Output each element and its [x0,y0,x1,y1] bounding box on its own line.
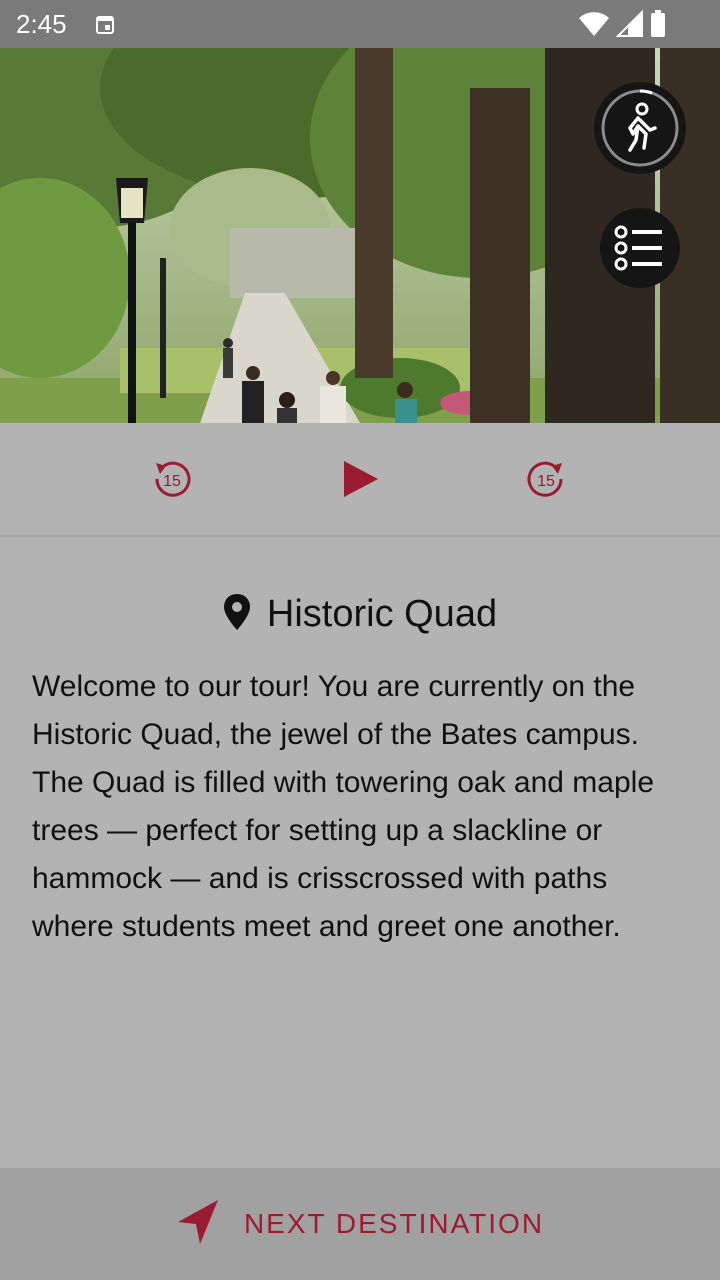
walking-person-icon [601,89,679,167]
wifi-icon [578,10,610,43]
list-icon [614,225,662,271]
next-destination-button[interactable]: NEXT DESTINATION [0,1168,720,1280]
calendar-icon [96,14,114,34]
stop-title: Historic Quad [266,592,498,635]
play-icon [344,461,378,497]
status-time: 2:45 [16,9,67,39]
stop-title-row: Historic Quad [0,589,720,639]
hero-image [0,48,720,423]
stop-description: Welcome to our tour! You are currently o… [32,670,655,943]
forward-15-button[interactable]: 15 [522,455,570,503]
forward-15-icon: 15 [527,461,563,497]
rewind-15-button[interactable]: 15 [148,455,196,503]
navigation-arrow-icon [176,1198,220,1251]
status-bar: 2:45 [0,0,720,48]
cellular-signal-icon [615,9,644,43]
rewind-seconds-label: 15 [163,473,181,490]
play-button[interactable] [336,455,384,503]
status-icons [578,9,666,43]
stop-details: Historic Quad Welcome to our tour! You a… [0,537,720,1167]
screen: 2:45 15 15 Historic Quad Welcome to our … [0,0,720,1280]
replay-15-icon: 15 [155,461,191,497]
battery-icon [650,10,666,43]
audio-player: 15 15 [0,423,720,537]
location-pin-icon [223,593,251,636]
stops-list-button[interactable] [600,208,680,288]
tour-mode-button[interactable] [594,82,686,174]
next-destination-label: NEXT DESTINATION [243,1208,545,1239]
forward-seconds-label: 15 [537,473,555,490]
